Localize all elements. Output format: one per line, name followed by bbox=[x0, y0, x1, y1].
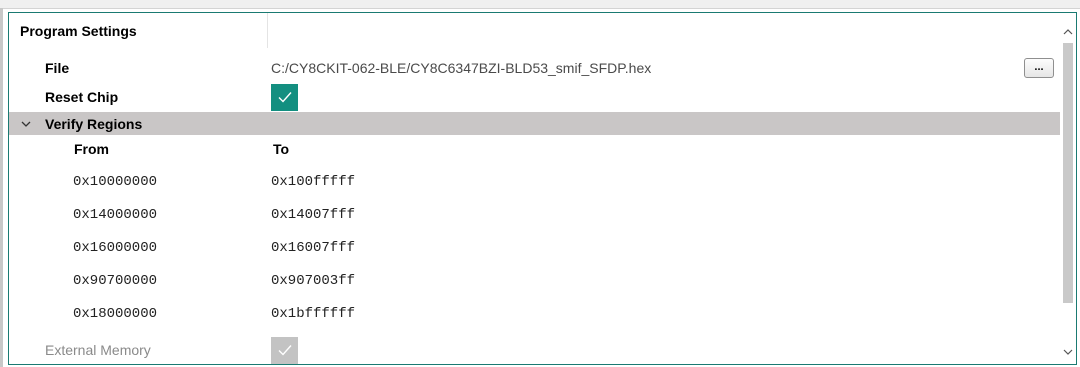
program-settings-panel: Program Settings File C:/CY8CKIT-062-BLE… bbox=[8, 12, 1077, 365]
window-top-edge bbox=[0, 0, 1080, 9]
vertical-scrollbar[interactable] bbox=[1060, 13, 1076, 364]
table-row[interactable]: 0x10000000 0x100fffff bbox=[9, 166, 1061, 198]
from-column-header: From bbox=[74, 141, 109, 157]
browse-file-button[interactable]: ... bbox=[1024, 58, 1054, 78]
reset-chip-label: Reset Chip bbox=[45, 89, 119, 105]
region-from[interactable]: 0x18000000 bbox=[73, 298, 157, 330]
table-row[interactable]: 0x16000000 0x16007fff bbox=[9, 232, 1061, 264]
property-grid: Program Settings File C:/CY8CKIT-062-BLE… bbox=[9, 13, 1061, 364]
region-from[interactable]: 0x16000000 bbox=[73, 232, 157, 264]
checkmark-icon bbox=[278, 345, 292, 356]
scrollbar-thumb[interactable] bbox=[1063, 43, 1073, 303]
external-memory-row: External Memory bbox=[9, 335, 1061, 364]
program-settings-header-label: Program Settings bbox=[20, 22, 137, 39]
chevron-down-icon[interactable] bbox=[21, 112, 31, 135]
arrow-up-icon[interactable] bbox=[1060, 23, 1076, 39]
verify-regions-label: Verify Regions bbox=[45, 115, 143, 132]
reset-chip-row: Reset Chip bbox=[9, 82, 1061, 112]
regions-header-row: From To bbox=[9, 135, 1061, 163]
external-memory-checkbox[interactable] bbox=[271, 336, 298, 364]
region-to[interactable]: 0x100fffff bbox=[271, 166, 355, 198]
region-from[interactable]: 0x10000000 bbox=[73, 166, 157, 198]
column-separator bbox=[267, 13, 268, 48]
arrow-down-icon[interactable] bbox=[1060, 344, 1076, 360]
table-row[interactable]: 0x14000000 0x14007fff bbox=[9, 199, 1061, 231]
reset-chip-checkbox[interactable] bbox=[271, 83, 298, 111]
region-from[interactable]: 0x90700000 bbox=[73, 265, 157, 297]
external-memory-label: External Memory bbox=[45, 342, 151, 358]
file-label: File bbox=[45, 60, 70, 76]
region-to[interactable]: 0x14007fff bbox=[271, 199, 355, 231]
checkmark-icon bbox=[278, 92, 292, 103]
file-path-value[interactable]: C:/CY8CKIT-062-BLE/CY8C6347BZI-BLD53_smi… bbox=[271, 54, 651, 82]
table-row[interactable]: 0x90700000 0x907003ff bbox=[9, 265, 1061, 297]
file-row[interactable]: File C:/CY8CKIT-062-BLE/CY8C6347BZI-BLD5… bbox=[9, 54, 1061, 82]
program-settings-header-row: Program Settings bbox=[9, 13, 1061, 48]
verify-regions-row[interactable]: Verify Regions bbox=[9, 112, 1061, 135]
region-to[interactable]: 0x907003ff bbox=[271, 265, 355, 297]
region-from[interactable]: 0x14000000 bbox=[73, 199, 157, 231]
window-left-edge bbox=[0, 8, 3, 367]
table-row[interactable]: 0x18000000 0x1bffffff bbox=[9, 298, 1061, 330]
region-to[interactable]: 0x16007fff bbox=[271, 232, 355, 264]
to-column-header: To bbox=[273, 141, 290, 157]
region-to[interactable]: 0x1bffffff bbox=[271, 298, 355, 330]
